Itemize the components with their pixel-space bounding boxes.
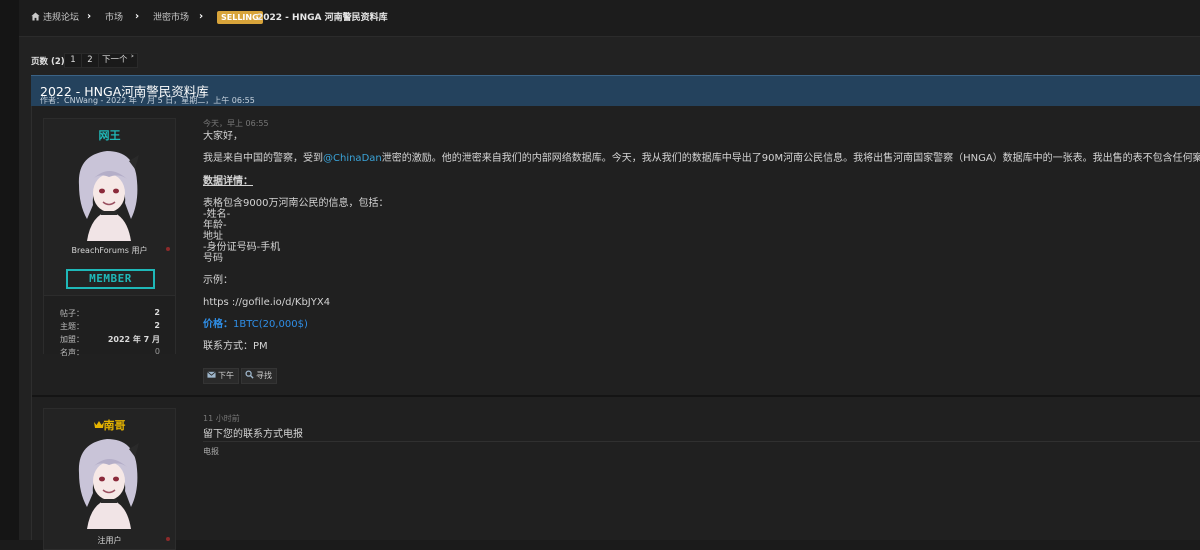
- selling-badge: SELLING: [217, 11, 263, 24]
- table-description: 表格包含9000万河南公民的信息，包括：: [203, 198, 389, 209]
- page-link-2[interactable]: 2: [81, 53, 99, 68]
- thread-header: 2022 - HNGA河南警民资料库 作者：CNWang - 2022 年 7 …: [31, 75, 1200, 107]
- stat-reputation: 名声： 0: [60, 347, 160, 357]
- next-page-link[interactable]: 下一个 ˃: [98, 53, 139, 68]
- post-body: 今天，早上 06:55 大家好， 我是来自中国的警察，受到@ChinaDan泄密…: [203, 106, 1200, 391]
- details-heading: 数据详情：: [203, 176, 253, 187]
- crown-icon: [93, 421, 104, 428]
- author-username[interactable]: 南哥: [44, 417, 175, 433]
- post-date: 今天，早上 06:55: [203, 119, 269, 128]
- post-text: 留下您的联系方式电报: [203, 429, 303, 440]
- chevron-right-icon: ›: [135, 11, 140, 22]
- field-item: -姓名-: [203, 209, 231, 220]
- page-link-1[interactable]: 1: [64, 53, 82, 68]
- field-item: 地址: [203, 231, 223, 242]
- stat-threads: 主题： 2: [60, 321, 160, 331]
- chevron-right-icon: ›: [87, 11, 92, 22]
- post-date: 11 小时前: [203, 414, 240, 423]
- field-item: -身份证号码-手机: [203, 242, 281, 253]
- breadcrumb-current-thread: 2022 - HNGA 河南警民资料库: [257, 13, 388, 23]
- post-body: 11 小时前 留下您的联系方式电报: [203, 397, 1193, 537]
- pm-button[interactable]: 下午: [203, 368, 239, 384]
- home-icon: [31, 12, 40, 21]
- breadcrumb-leaks-market[interactable]: 泄密市场: [153, 12, 189, 24]
- mention-link[interactable]: @ChinaDan: [323, 153, 382, 164]
- pagination-label: 页数 (2):: [31, 57, 69, 67]
- post-author-card: 南哥 注用户: [43, 408, 176, 550]
- breadcrumb: 违规论坛 › 市场 › 泄密市场 › SELLING 2022 - HNGA 河…: [19, 0, 1200, 37]
- field-item: 年龄-: [203, 220, 227, 231]
- example-link: https ://gofile.io/d/KbJYX4: [203, 297, 331, 308]
- author-user-title: BreachForums 用户: [71, 246, 148, 255]
- stat-joined: 加盟： 2022 年 7 月: [60, 335, 160, 344]
- post-intro: 我是来自中国的警察，受到@ChinaDan泄密的激励。他的泄密来自我们的内部网络…: [203, 153, 1200, 164]
- search-icon: [245, 370, 254, 379]
- breadcrumb-home-label: 违规论坛: [43, 13, 80, 23]
- price-line: 价格：1BTC(20,000$): [203, 319, 308, 330]
- member-rank-badge: MEMBER: [66, 269, 155, 289]
- signature-separator: [203, 441, 1200, 442]
- field-item: 号码: [203, 253, 223, 264]
- stat-posts: 帖子： 2: [60, 308, 160, 318]
- avatar[interactable]: [69, 433, 149, 529]
- left-sidebar-strip: [0, 0, 20, 540]
- posts-container: 网王 BreachForums 用户 MEMBER 帖子： 2 主题： 2 加盟： 2…: [31, 106, 1200, 550]
- breadcrumb-home[interactable]: 违规论坛: [31, 12, 79, 24]
- envelope-icon: [207, 371, 216, 378]
- author-username[interactable]: 网王: [44, 127, 175, 143]
- contact-line: 联系方式：PM: [203, 341, 268, 352]
- author-user-title: 注用户: [97, 536, 122, 545]
- offline-status-icon: [166, 247, 170, 251]
- page: 违规论坛 › 市场 › 泄密市场 › SELLING 2022 - HNGA 河…: [19, 0, 1200, 550]
- avatar[interactable]: [69, 145, 149, 241]
- chevron-right-icon: ›: [199, 11, 204, 22]
- post-greeting: 大家好，: [203, 131, 243, 142]
- thread-meta: 作者：CNWang - 2022 年 7 月 5 日，星期二，上午 06:55: [40, 96, 255, 105]
- post-author-card: 网王 BreachForums 用户 MEMBER 帖子： 2 主题： 2 加盟： 2…: [43, 118, 176, 357]
- example-label: 示例：: [203, 275, 233, 286]
- offline-status-icon: [166, 537, 170, 541]
- find-button[interactable]: 寻找: [241, 368, 277, 384]
- post-signature: 电报: [203, 447, 219, 456]
- breadcrumb-market[interactable]: 市场: [105, 12, 123, 24]
- author-stats: 帖子： 2 主题： 2 加盟： 2022 年 7 月 名声： 0: [44, 295, 175, 357]
